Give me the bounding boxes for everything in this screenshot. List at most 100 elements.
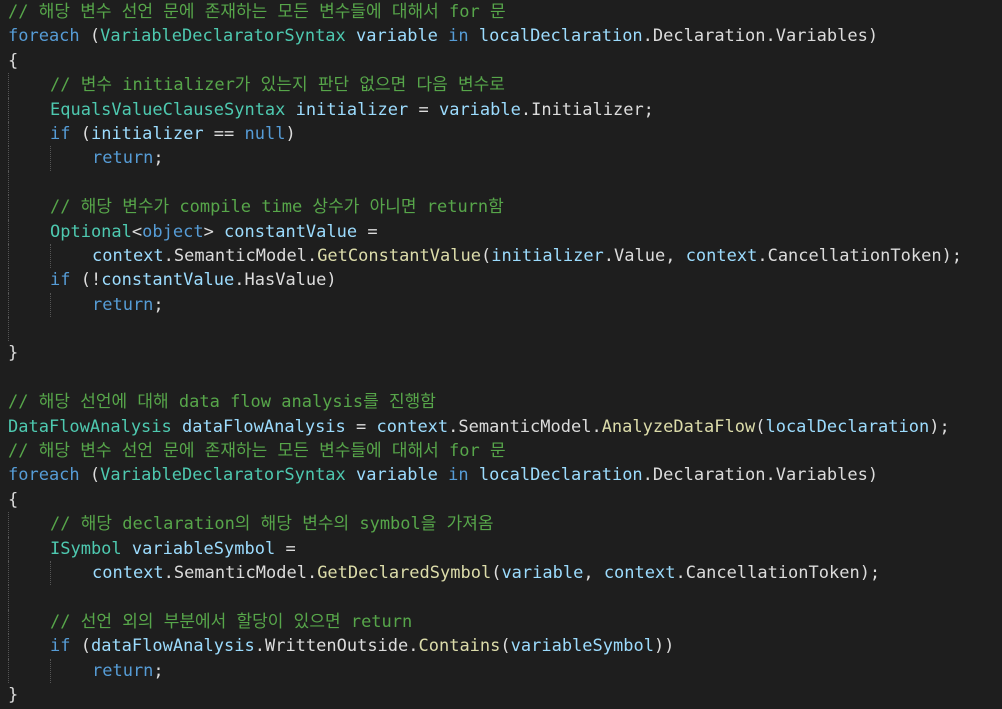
code-comment: // 변수 initializer가 있는지 판단 없으면 다음 변수로 <box>50 75 505 96</box>
code-comment: // 해당 변수 선언 문에 존재하는 모든 변수들에 대해서 for 문 <box>8 441 506 462</box>
code-line[interactable]: return; <box>0 292 1002 318</box>
code-type: Optional <box>50 221 132 242</box>
code-line[interactable]: return; <box>0 658 1002 683</box>
code-text: = <box>408 99 439 120</box>
code-identifier: variable <box>438 99 521 120</box>
code-text: .Value, <box>603 245 686 266</box>
code-text: ( <box>491 562 502 583</box>
code-identifier: initializer <box>491 245 604 266</box>
code-keyword: if <box>50 123 71 144</box>
indent-guide <box>8 634 9 659</box>
code-line[interactable] <box>0 317 1002 342</box>
code-line[interactable]: { <box>0 488 1002 512</box>
code-line[interactable]: context.SemanticModel.GetDeclaredSymbol(… <box>0 560 1002 586</box>
code-text: ; <box>153 294 164 315</box>
code-line[interactable]: context.SemanticModel.GetConstantValue(i… <box>0 243 1002 269</box>
code-content: { <box>8 490 18 510</box>
code-line[interactable]: if (!constantValue.HasValue) <box>0 268 1002 293</box>
code-text: )) <box>653 636 675 657</box>
code-line[interactable]: DataFlowAnalysis dataFlowAnalysis = cont… <box>0 415 1002 439</box>
code-line[interactable]: // 해당 declaration의 해당 변수의 symbol을 가져옴 <box>0 512 1002 537</box>
code-keyword: object <box>142 221 204 242</box>
code-text: ( <box>755 416 766 437</box>
code-line[interactable]: if (initializer == null) <box>0 121 1002 147</box>
code-identifier: localDeclaration <box>478 26 643 47</box>
code-keyword: foreach <box>8 465 80 486</box>
code-method: AnalyzeDataFlow <box>601 416 756 437</box>
code-content: DataFlowAnalysis dataFlowAnalysis = cont… <box>8 417 950 437</box>
code-identifier: dataFlowAnalysis <box>90 636 255 657</box>
code-identifier: context <box>685 245 758 266</box>
code-method: GetConstantValue <box>317 245 481 266</box>
code-text: .SemanticModel. <box>163 562 318 583</box>
indent-guide <box>8 121 9 147</box>
indent-guide <box>8 170 9 196</box>
code-content: { <box>8 51 18 71</box>
code-text: .CancellationToken); <box>757 245 963 266</box>
code-identifier: constantValue <box>224 221 358 242</box>
code-line[interactable]: // 변수 initializer가 있는지 판단 없으면 다음 변수로 <box>0 73 1002 98</box>
code-line[interactable]: } <box>0 341 1002 365</box>
code-method: Contains <box>418 636 501 657</box>
indent-guide <box>50 658 51 683</box>
code-type: DataFlowAnalysis <box>8 416 172 437</box>
code-line[interactable]: // 해당 변수 선언 문에 존재하는 모든 변수들에 대해서 for 문 <box>0 0 1002 24</box>
code-text: ( <box>79 26 101 47</box>
code-editor[interactable]: // 해당 변수 선언 문에 존재하는 모든 변수들에 대해서 for 문 for… <box>0 0 1002 709</box>
code-line[interactable]: foreach (VariableDeclaratorSyntax variab… <box>0 24 1002 48</box>
indent-guide <box>8 560 9 586</box>
code-line[interactable]: // 해당 변수 선언 문에 존재하는 모든 변수들에 대해서 for 문 <box>0 439 1002 463</box>
code-identifier: constantValue <box>101 270 235 291</box>
code-line[interactable]: ISymbol variableSymbol = <box>0 536 1002 561</box>
indent-guide <box>8 609 9 635</box>
code-content: return; <box>92 295 164 315</box>
code-identifier: localDeclaration <box>765 416 930 437</box>
code-line[interactable]: // 해당 선언에 대해 data flow analysis를 진행함 <box>0 390 1002 414</box>
indent-guide <box>8 195 9 220</box>
code-method: GetDeclaredSymbol <box>317 562 492 583</box>
code-text: > <box>203 221 225 242</box>
code-line[interactable] <box>0 585 1002 610</box>
code-text: .WrittenOutside. <box>254 636 419 657</box>
code-line[interactable]: Optional<object> constantValue = <box>0 219 1002 244</box>
code-comment: // 해당 변수 선언 문에 존재하는 모든 변수들에 대해서 for 문 <box>8 2 506 22</box>
code-identifier: variableSymbol <box>510 636 654 657</box>
code-content: // 해당 declaration의 해당 변수의 symbol을 가져옴 <box>50 514 494 534</box>
code-text: < <box>131 221 143 242</box>
code-keyword: return <box>92 148 154 169</box>
code-line[interactable]: } <box>0 683 1002 707</box>
code-line[interactable]: EqualsValueClauseSyntax initializer = va… <box>0 97 1002 122</box>
code-line[interactable]: // 선언 외의 부분에서 할당이 있으면 return <box>0 609 1002 635</box>
code-text: = <box>275 538 296 559</box>
code-keyword: foreach <box>8 26 80 47</box>
code-keyword: return <box>92 294 154 315</box>
code-text: ; <box>153 660 164 681</box>
code-identifier: variable <box>356 465 438 486</box>
code-type: EqualsValueClauseSyntax <box>50 99 286 120</box>
code-text: , <box>583 562 604 583</box>
indent-guide <box>50 146 51 171</box>
code-line[interactable]: if (dataFlowAnalysis.WrittenOutside.Cont… <box>0 634 1002 659</box>
code-content: return; <box>92 661 164 681</box>
code-content: ISymbol variableSymbol = <box>50 539 296 559</box>
code-keyword: if <box>50 270 71 291</box>
code-text: { <box>8 50 19 71</box>
code-identifier: dataFlowAnalysis <box>182 416 346 437</box>
code-line[interactable]: foreach (VariableDeclaratorSyntax variab… <box>0 463 1002 487</box>
code-line[interactable] <box>0 170 1002 196</box>
code-text: ( <box>70 123 91 144</box>
code-line[interactable]: return; <box>0 146 1002 171</box>
code-comment: // 해당 선언에 대해 data flow analysis를 진행함 <box>8 392 436 413</box>
indent-guide <box>8 317 9 342</box>
code-type: ISymbol <box>50 538 122 559</box>
code-line[interactable]: // 해당 변수가 compile time 상수가 아니면 return함 <box>0 195 1002 220</box>
code-line[interactable]: { <box>0 49 1002 73</box>
code-content: // 해당 변수 선언 문에 존재하는 모든 변수들에 대해서 for 문 <box>8 2 506 22</box>
code-line[interactable] <box>0 366 1002 390</box>
indent-guide <box>50 243 51 269</box>
